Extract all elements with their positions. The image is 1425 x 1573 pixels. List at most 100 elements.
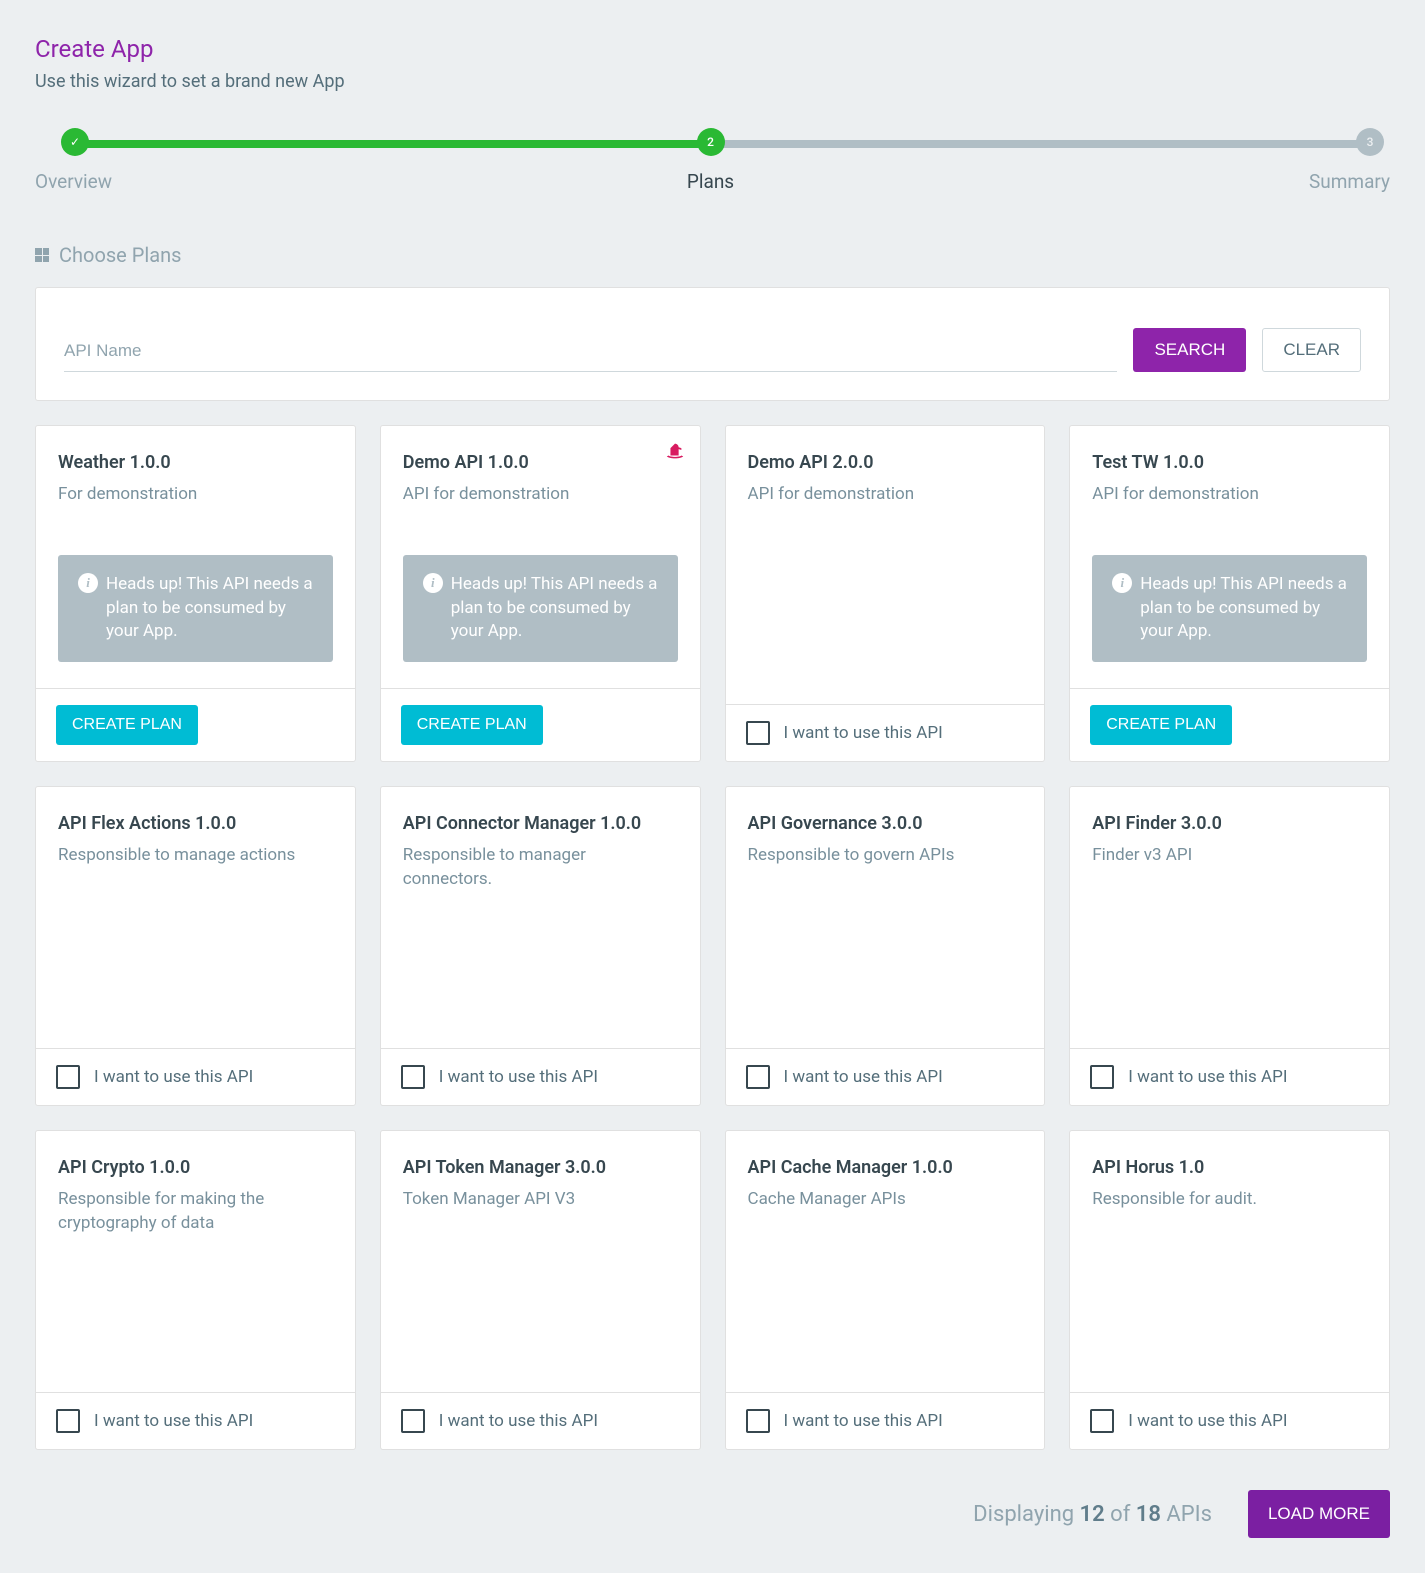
checkbox-icon — [1090, 1409, 1114, 1433]
page-title: Create App — [35, 35, 1390, 63]
api-card: API Governance 3.0.0 Responsible to gover… — [725, 786, 1046, 1106]
card-footer: CREATE PLAN — [381, 688, 700, 761]
info-icon: i — [78, 573, 98, 593]
use-api-checkbox[interactable]: I want to use this API — [746, 1409, 943, 1433]
api-description: Cache Manager APIs — [748, 1188, 1023, 1212]
api-card: Demo API 1.0.0 API for demonstration i Head… — [380, 425, 701, 762]
section-title: Choose Plans — [59, 243, 181, 267]
card-footer: CREATE PLAN — [1070, 688, 1389, 761]
api-title: Test TW 1.0.0 — [1092, 452, 1367, 473]
use-api-label: I want to use this API — [1128, 1067, 1287, 1087]
heads-up-alert: i Heads up! This API needs a plan to be c… — [403, 555, 678, 662]
card-footer: I want to use this API — [36, 1048, 355, 1105]
featured-icon — [664, 440, 686, 464]
checkbox-icon — [56, 1065, 80, 1089]
api-description: Token Manager API V3 — [403, 1188, 678, 1212]
heads-up-text: Heads up! This API needs a plan to be co… — [451, 573, 658, 644]
heads-up-alert: i Heads up! This API needs a plan to be c… — [1092, 555, 1367, 662]
use-api-checkbox[interactable]: I want to use this API — [1090, 1065, 1287, 1089]
card-footer: I want to use this API — [381, 1392, 700, 1449]
use-api-label: I want to use this API — [784, 1067, 943, 1087]
create-plan-button[interactable]: CREATE PLAN — [56, 705, 198, 745]
checkbox-icon — [746, 1065, 770, 1089]
api-card: API Horus 1.0 Responsible for audit. I wan… — [1069, 1130, 1390, 1450]
create-plan-button[interactable]: CREATE PLAN — [1090, 705, 1232, 745]
api-title: API Connector Manager 1.0.0 — [403, 813, 678, 834]
api-title: API Crypto 1.0.0 — [58, 1157, 333, 1178]
page-subtitle: Use this wizard to set a brand new App — [35, 71, 1390, 92]
card-footer: CREATE PLAN — [36, 688, 355, 761]
api-description: Responsible for audit. — [1092, 1188, 1367, 1212]
clear-button[interactable]: CLEAR — [1262, 328, 1361, 372]
checkbox-icon — [746, 721, 770, 745]
use-api-label: I want to use this API — [94, 1067, 253, 1087]
card-footer: I want to use this API — [726, 1048, 1045, 1105]
use-api-label: I want to use this API — [784, 1411, 943, 1431]
api-description: Responsible to govern APIs — [748, 844, 1023, 868]
api-title: Demo API 2.0.0 — [748, 452, 1023, 473]
use-api-checkbox[interactable]: I want to use this API — [56, 1409, 253, 1433]
section-header: Choose Plans — [35, 243, 1390, 267]
checkbox-icon — [746, 1409, 770, 1433]
api-title: Demo API 1.0.0 — [403, 452, 678, 473]
card-footer: I want to use this API — [381, 1048, 700, 1105]
card-footer: I want to use this API — [726, 704, 1045, 761]
step-label: Plans — [687, 170, 734, 193]
api-card: API Finder 3.0.0 Finder v3 API I want to u… — [1069, 786, 1390, 1106]
api-description: For demonstration — [58, 483, 333, 507]
use-api-checkbox[interactable]: I want to use this API — [401, 1409, 598, 1433]
api-card: Demo API 2.0.0API for demonstrationI wan… — [725, 425, 1046, 762]
api-description: Responsible to manage actions — [58, 844, 333, 868]
checkbox-icon — [401, 1409, 425, 1433]
use-api-checkbox[interactable]: I want to use this API — [1090, 1409, 1287, 1433]
checkbox-icon — [56, 1409, 80, 1433]
use-api-checkbox[interactable]: I want to use this API — [56, 1065, 253, 1089]
api-description: API for demonstration — [403, 483, 678, 507]
stepper: ✓ Overview 2 Plans 3 Summary — [35, 128, 1390, 193]
step-plans[interactable]: 2 Plans — [687, 128, 734, 193]
step-overview[interactable]: ✓ Overview — [35, 128, 112, 193]
search-button[interactable]: SEARCH — [1133, 328, 1246, 372]
api-description: Finder v3 API — [1092, 844, 1367, 868]
use-api-checkbox[interactable]: I want to use this API — [746, 1065, 943, 1089]
cards-grid: Weather 1.0.0 For demonstration i Heads up!… — [35, 425, 1390, 1450]
api-title: API Horus 1.0 — [1092, 1157, 1367, 1178]
api-title: API Cache Manager 1.0.0 — [748, 1157, 1023, 1178]
api-title: Weather 1.0.0 — [58, 452, 333, 473]
load-more-button[interactable]: LOAD MORE — [1248, 1490, 1390, 1538]
card-footer: I want to use this API — [1070, 1392, 1389, 1449]
step-circle-pending: 3 — [1356, 128, 1384, 156]
pagination-row: Displaying 12 of 18 APIs LOAD MORE — [35, 1490, 1390, 1538]
card-footer: I want to use this API — [36, 1392, 355, 1449]
api-title: API Governance 3.0.0 — [748, 813, 1023, 834]
step-summary[interactable]: 3 Summary — [1309, 128, 1390, 193]
step-label: Summary — [1309, 170, 1390, 193]
step-circle-done: ✓ — [61, 128, 89, 156]
api-description: Responsible to manager connectors. — [403, 844, 678, 892]
api-name-input[interactable] — [64, 331, 1117, 372]
checkbox-icon — [1090, 1065, 1114, 1089]
create-plan-button[interactable]: CREATE PLAN — [401, 705, 543, 745]
use-api-label: I want to use this API — [439, 1411, 598, 1431]
use-api-label: I want to use this API — [94, 1411, 253, 1431]
use-api-checkbox[interactable]: I want to use this API — [746, 721, 943, 745]
heads-up-text: Heads up! This API needs a plan to be co… — [106, 573, 313, 644]
info-icon: i — [423, 573, 443, 593]
api-card: API Crypto 1.0.0 Responsible for making t… — [35, 1130, 356, 1450]
card-footer: I want to use this API — [726, 1392, 1045, 1449]
grid-icon — [35, 248, 49, 262]
api-card: API Connector Manager 1.0.0 Responsible t… — [380, 786, 701, 1106]
api-card: Weather 1.0.0 For demonstration i Heads up!… — [35, 425, 356, 762]
heads-up-text: Heads up! This API needs a plan to be co… — [1140, 573, 1347, 644]
info-icon: i — [1112, 573, 1132, 593]
use-api-label: I want to use this API — [1128, 1411, 1287, 1431]
api-title: API Flex Actions 1.0.0 — [58, 813, 333, 834]
api-description: Responsible for making the cryptography … — [58, 1188, 333, 1236]
heads-up-alert: i Heads up! This API needs a plan to be c… — [58, 555, 333, 662]
use-api-checkbox[interactable]: I want to use this API — [401, 1065, 598, 1089]
api-title: API Finder 3.0.0 — [1092, 813, 1367, 834]
pagination-text: Displaying 12 of 18 APIs — [973, 1502, 1212, 1527]
api-card: API Token Manager 3.0.0Token Manager API… — [380, 1130, 701, 1450]
step-circle-active: 2 — [697, 128, 725, 156]
card-footer: I want to use this API — [1070, 1048, 1389, 1105]
